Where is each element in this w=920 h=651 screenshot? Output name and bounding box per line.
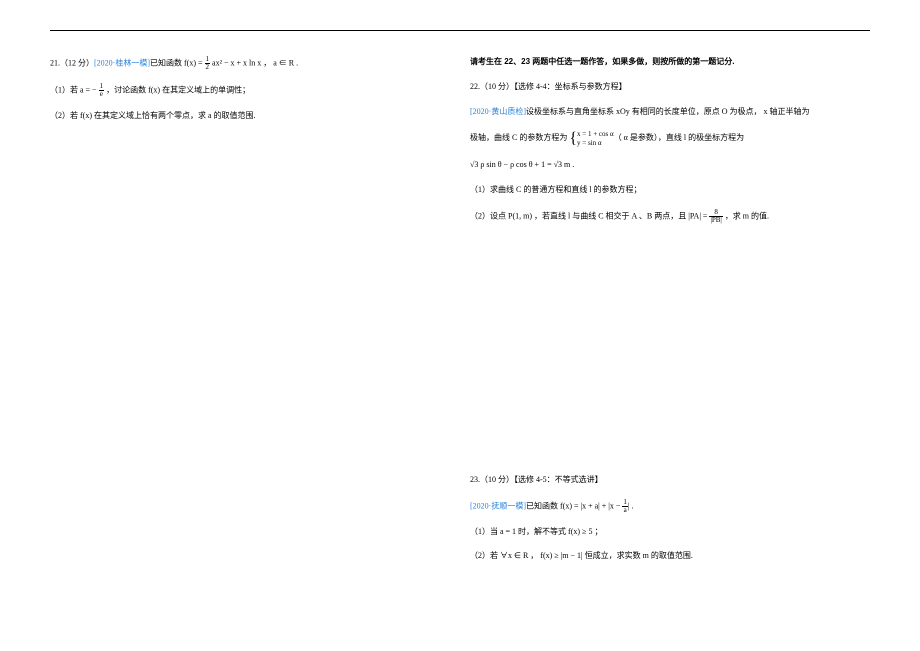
q21-number: 21.（12 分） [50, 58, 94, 67]
q23-source: [2020·抚顺一模] [470, 501, 526, 510]
q22-l2: 极轴，曲线 C 的参数方程为 {x = 1 + cos αy = sin α（ … [470, 130, 870, 147]
case-body: x = 1 + cos αy = sin α [577, 130, 614, 147]
q22-eq: √3 ρ sin θ − ρ cos θ + 1 = √3 m . [470, 159, 870, 172]
q21-part1-a: （1）若 a = − [50, 85, 99, 94]
q21-part1-b: ，讨论函数 f(x) 在其定义域上的单调性； [104, 85, 250, 94]
q22-case: {x = 1 + cos αy = sin α [569, 130, 613, 147]
q21-part2: （2）若 f(x) 在其定义域上恰有两个零点，求 a 的取值范围. [50, 110, 420, 123]
q21-part1: （1）若 a = − 1e ，讨论函数 f(x) 在其定义域上的单调性； [50, 83, 420, 98]
instruction: 请考生在 22、23 两题中任选一题作答，如果多做，则按所做的第一题记分. [470, 56, 870, 69]
case-top: x = 1 + cos α [577, 130, 614, 138]
q22-p2b: ，求 m 的值. [723, 211, 769, 220]
left-column: 21.（12 分）[2020·桂林一模]已知函数 f(x) = 12 ax² −… [50, 56, 420, 575]
two-column-layout: 21.（12 分）[2020·桂林一模]已知函数 f(x) = 12 ax² −… [50, 56, 870, 575]
q21-text-b: ax² − x + x ln x ， a ∈ R . [210, 58, 298, 67]
right-column: 请考生在 22、23 两题中任选一题作答，如果多做，则按所做的第一题记分. 22… [470, 56, 870, 575]
q22-header: 22.（10 分）【选修 4-4：坐标系与参数方程】 [470, 81, 870, 94]
q23-p1: （1）当 a = 1 时，解不等式 f(x) ≥ 5 ； [470, 526, 870, 539]
q23-l1: [2020·抚顺一模]已知函数 f(x) = |x + a| + |x − 1a… [470, 499, 870, 514]
q22-p2-frac: 8|PB| [709, 209, 722, 224]
q21-header: 21.（12 分）[2020·桂林一模]已知函数 f(x) = 12 ax² −… [50, 56, 420, 71]
q22-l2b: （ α 是参数），直线 l 的极坐标方程为 [614, 134, 744, 143]
q23-header: 23.（10 分）【选修 4-5：不等式选讲】 [470, 474, 870, 487]
frac-den: |PB| [709, 217, 722, 224]
page-rule [50, 30, 870, 31]
q23-l1b: | . [628, 501, 634, 510]
q22-p2: （2）设点 P(1, m) ，若直线 l 与曲线 C 相交于 A 、B 两点，且… [470, 209, 870, 224]
q22-l1-text: 设极坐标系与直角坐标系 xOy 有相同的长度单位，原点 O 为极点， x 轴正半… [526, 107, 810, 116]
q22-l2a: 极轴，曲线 C 的参数方程为 [470, 134, 569, 143]
case-bot: y = sin α [577, 139, 614, 147]
q23-block: 23.（10 分）【选修 4-5：不等式选讲】 [2020·抚顺一模]已知函数 … [470, 474, 870, 563]
q22-l1: [2020·黄山质检]设极坐标系与直角坐标系 xOy 有相同的长度单位，原点 O… [470, 106, 870, 119]
q22-p2a: （2）设点 P(1, m) ，若直线 l 与曲线 C 相交于 A 、B 两点，且… [470, 211, 709, 220]
q23-l1a: 已知函数 f(x) = |x + a| + |x − [526, 501, 622, 510]
q21-source: [2020·桂林一模] [94, 58, 150, 67]
q23-p2: （2）若 ∀x ∈ R ， f(x) ≥ |m − 1| 恒成立，求实数 m 的… [470, 550, 870, 563]
brace-icon: { [569, 134, 577, 144]
q22-source: [2020·黄山质检] [470, 107, 526, 116]
q22-p1: （1）求曲线 C 的普通方程和直线 l 的参数方程； [470, 184, 870, 197]
q21-text-a: 已知函数 f(x) = [150, 58, 205, 67]
